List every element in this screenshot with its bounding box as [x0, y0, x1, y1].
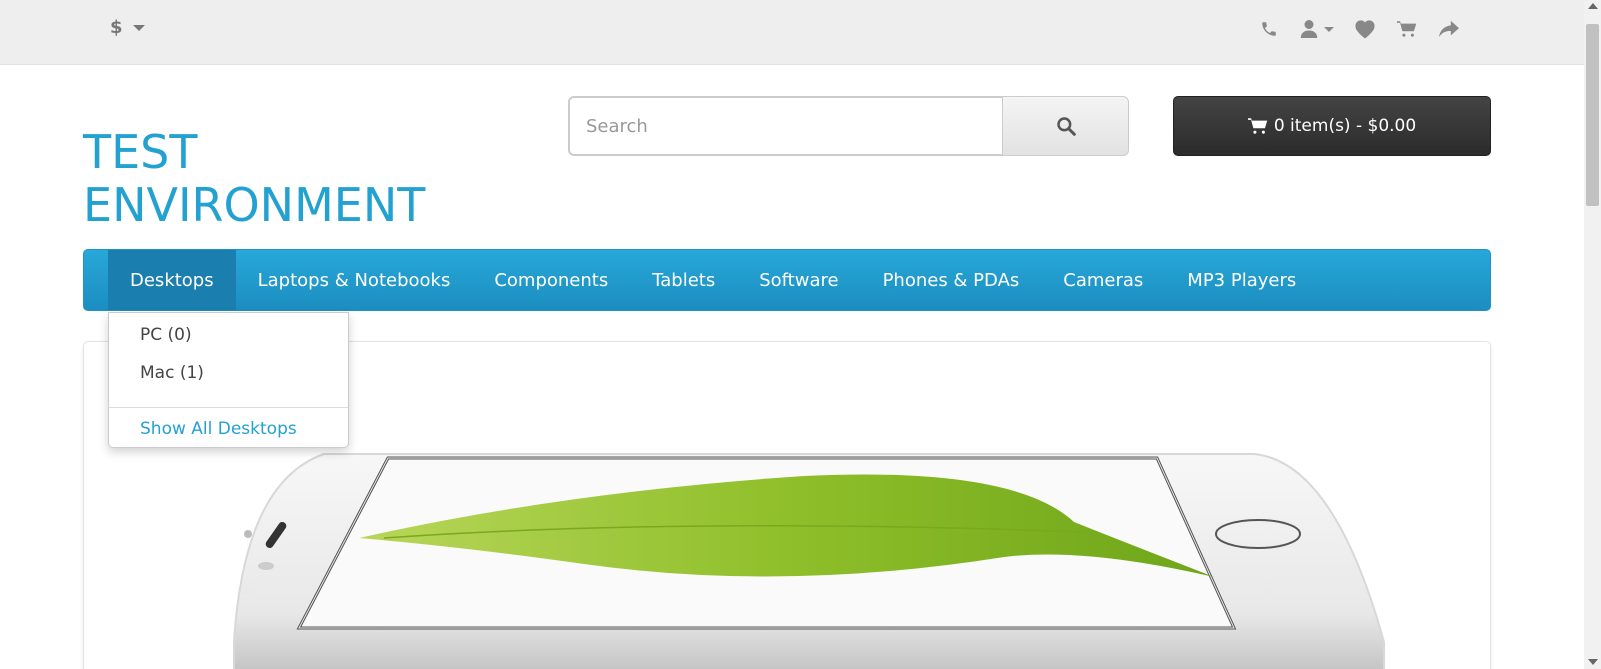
search-input[interactable]	[568, 96, 1002, 156]
logo-line-1: TEST	[83, 125, 198, 179]
menu-item-laptops-notebooks[interactable]: Laptops & Notebooks	[236, 250, 473, 310]
vertical-scrollbar[interactable]	[1584, 0, 1601, 669]
show-all-desktops-link[interactable]: Show All Desktops	[140, 419, 297, 439]
caret-down-icon	[1324, 26, 1334, 32]
scroll-down-icon[interactable]	[1588, 659, 1598, 665]
dropdown-item-pc[interactable]: PC (0)	[140, 325, 192, 345]
menu-item-components[interactable]: Components	[472, 250, 630, 310]
heart-icon[interactable]	[1354, 18, 1376, 40]
currency-dropdown[interactable]: $	[110, 17, 145, 38]
main-menu: Desktops Laptops & Notebooks Components …	[83, 249, 1491, 311]
menu-item-tablets[interactable]: Tablets	[630, 250, 737, 310]
menu-item-cameras[interactable]: Cameras	[1041, 250, 1165, 310]
menu-item-phones-pdas[interactable]: Phones & PDAs	[861, 250, 1042, 310]
cart-icon[interactable]	[1396, 18, 1418, 40]
menu-item-desktops[interactable]: Desktops	[108, 250, 236, 310]
user-icon	[1300, 20, 1318, 38]
share-icon[interactable]	[1438, 18, 1460, 40]
desktops-dropdown: PC (0) Mac (1) Show All Desktops	[108, 312, 349, 448]
dropdown-divider	[109, 407, 348, 408]
scroll-up-icon[interactable]	[1588, 3, 1598, 9]
phone-icon[interactable]	[1258, 18, 1280, 40]
cart-icon	[1247, 118, 1268, 134]
search-icon	[1056, 117, 1076, 136]
top-links	[1258, 18, 1460, 40]
menu-item-mp3-players[interactable]: MP3 Players	[1165, 250, 1318, 310]
cart-label: 0 item(s) - $0.00	[1273, 116, 1417, 136]
search-button[interactable]	[1002, 96, 1129, 156]
menu-item-software[interactable]: Software	[737, 250, 860, 310]
currency-symbol: $	[110, 17, 123, 38]
dropdown-item-mac[interactable]: Mac (1)	[140, 363, 204, 383]
cart-button[interactable]: 0 item(s) - $0.00	[1173, 96, 1491, 156]
scroll-thumb[interactable]	[1586, 24, 1599, 206]
logo-line-2: ENVIRONMENT	[83, 178, 426, 232]
caret-down-icon	[132, 24, 145, 31]
store-logo[interactable]: TEST ENVIRONMENT	[83, 126, 425, 232]
top-bar: $	[0, 0, 1584, 65]
my-account-dropdown[interactable]	[1300, 19, 1334, 39]
search-box	[568, 96, 1129, 156]
